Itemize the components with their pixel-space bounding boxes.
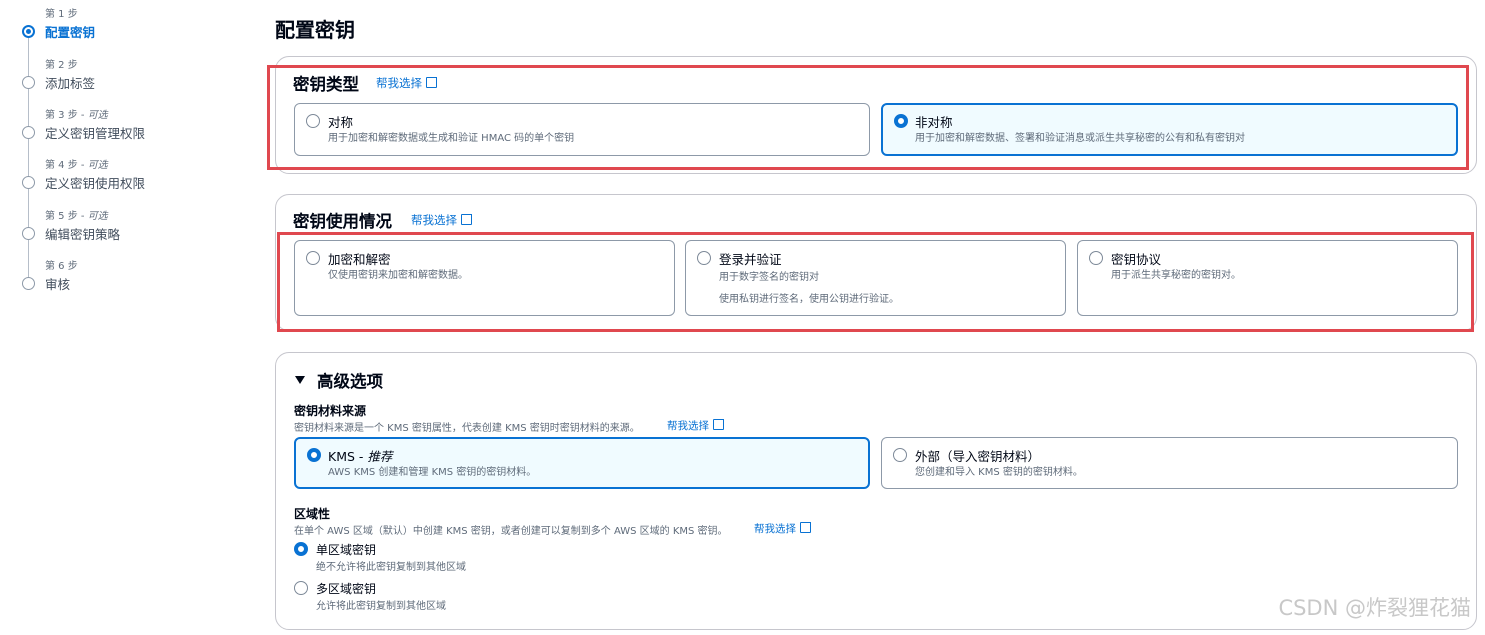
multi-region-label[interactable]: 多区域密钥: [316, 580, 376, 597]
step-indicator-icon: [22, 25, 35, 38]
multi-region-radio[interactable]: [294, 581, 308, 595]
external-link-icon: [461, 213, 473, 225]
wizard-steps: 第 1 步 配置密钥 第 2 步 添加标签 第 3 步 - 可选 定义密钥管理权…: [0, 0, 250, 635]
highlight-box: [267, 65, 1469, 170]
external-link-icon: [800, 521, 812, 533]
step-indicator-icon: [22, 126, 35, 139]
step-label: 定义密钥管理权限: [45, 126, 146, 141]
caret-down-icon[interactable]: [295, 376, 305, 384]
radio-button[interactable]: [893, 448, 907, 462]
step-number: 第 1 步: [45, 9, 78, 20]
advanced-options-heading[interactable]: 高级选项: [317, 368, 383, 392]
step-number: 第 3 步 - 可选: [45, 110, 108, 121]
step-label: 配置密钥: [45, 25, 96, 40]
material-origin-description: 密钥材料来源是一个 KMS 密钥属性，代表创建 KMS 密钥时密钥材料的来源。: [294, 423, 640, 434]
single-region-radio[interactable]: [294, 542, 308, 556]
step-4[interactable]: 第 4 步 - 可选 定义密钥使用权限: [0, 156, 250, 196]
material-origin-label: 密钥材料来源: [294, 404, 367, 418]
single-region-label[interactable]: 单区域密钥: [316, 541, 376, 558]
step-indicator-icon: [22, 76, 35, 89]
key-usage-help-link[interactable]: 帮我选择: [411, 212, 473, 228]
step-label: 定义密钥使用权限: [45, 176, 146, 191]
material-origin-option-external[interactable]: 外部（导入密钥材料） 您创建和导入 KMS 密钥的密钥材料。: [881, 437, 1458, 489]
step-label: 编辑密钥策略: [45, 227, 121, 242]
step-5[interactable]: 第 5 步 - 可选 编辑密钥策略: [0, 207, 250, 247]
step-1[interactable]: 第 1 步 配置密钥: [0, 5, 250, 45]
option-description: AWS KMS 创建和管理 KMS 密钥的密钥材料。: [328, 467, 537, 478]
step-2[interactable]: 第 2 步 添加标签: [0, 56, 250, 96]
step-number: 第 4 步 - 可选: [45, 160, 108, 171]
advanced-options-panel: [275, 352, 1477, 630]
step-label: 审核: [45, 277, 71, 292]
option-description: 您创建和导入 KMS 密钥的密钥材料。: [915, 467, 1083, 478]
single-region-description: 绝不允许将此密钥复制到其他区域: [316, 562, 466, 573]
step-number: 第 2 步: [45, 60, 78, 71]
page-title: 配置密钥: [275, 18, 355, 42]
regionality-help-link[interactable]: 帮我选择: [754, 521, 812, 536]
highlight-box: [277, 232, 1474, 332]
radio-button-selected[interactable]: [307, 448, 321, 462]
regionality-description: 在单个 AWS 区域（默认）中创建 KMS 密钥，或者创建可以复制到多个 AWS…: [294, 526, 728, 537]
step-number: 第 6 步: [45, 261, 78, 272]
material-origin-help-link[interactable]: 帮我选择: [667, 418, 725, 433]
step-number: 第 5 步 - 可选: [45, 211, 108, 222]
multi-region-description: 允许将此密钥复制到其他区域: [316, 601, 446, 612]
external-link-icon: [713, 418, 725, 430]
step-indicator-icon: [22, 227, 35, 240]
step-indicator-icon: [22, 277, 35, 290]
step-indicator-icon: [22, 176, 35, 189]
step-3[interactable]: 第 3 步 - 可选 定义密钥管理权限: [0, 106, 250, 146]
material-origin-option-kms[interactable]: KMS - 推荐 AWS KMS 创建和管理 KMS 密钥的密钥材料。: [294, 437, 870, 489]
watermark: CSDN @炸裂狸花猫: [1278, 596, 1471, 620]
step-label: 添加标签: [45, 76, 96, 91]
step-6[interactable]: 第 6 步 审核: [0, 257, 250, 297]
key-usage-heading: 密钥使用情况: [293, 212, 392, 231]
regionality-label: 区域性: [294, 507, 331, 521]
